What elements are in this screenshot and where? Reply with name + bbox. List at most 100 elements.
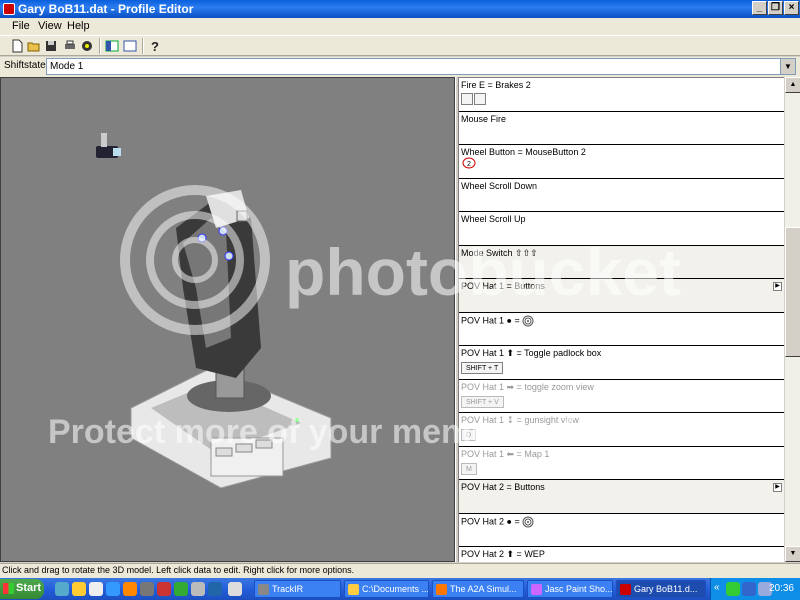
tray-network-icon[interactable] bbox=[726, 582, 740, 596]
quicklaunch-notepad-icon[interactable] bbox=[89, 582, 103, 596]
minimize-button[interactable]: _ bbox=[752, 1, 767, 15]
quicklaunch-ie-icon[interactable] bbox=[55, 582, 69, 596]
binding-label: POV Hat 1 ⬆ = Toggle padlock box bbox=[461, 348, 602, 358]
profile-editor-icon bbox=[620, 584, 631, 595]
binding-label: Mouse Fire bbox=[461, 113, 507, 124]
tray-expand-chevron[interactable]: « bbox=[714, 582, 720, 593]
key-combo-box[interactable]: M bbox=[461, 462, 477, 475]
binding-label: POV Hat 1 ⬇ = gunsight view bbox=[461, 415, 579, 425]
quicklaunch-messenger-icon[interactable] bbox=[72, 582, 86, 596]
binding-row[interactable]: POV Hat 2 ⬆ = WEP bbox=[459, 547, 784, 562]
new-document-icon[interactable] bbox=[9, 38, 25, 54]
app-icon bbox=[3, 3, 15, 15]
quicklaunch-app-icon[interactable] bbox=[208, 582, 222, 596]
restore-button[interactable]: ❐ bbox=[768, 1, 783, 15]
binding-row[interactable]: Mouse Fire bbox=[459, 111, 784, 145]
quicklaunch-firefox-icon[interactable] bbox=[123, 582, 137, 596]
status-bar: Click and drag to rotate the 3D model. L… bbox=[0, 563, 800, 578]
binding-label: Fire E = Brakes 2 bbox=[461, 80, 531, 90]
single-view-icon[interactable] bbox=[122, 38, 138, 54]
taskbar-item-paintshop[interactable]: Jasc Paint Sho... bbox=[527, 580, 613, 598]
toolbar-separator bbox=[142, 38, 144, 54]
spiral-icon bbox=[522, 516, 534, 527]
taskbar-item-trackir[interactable]: TrackIR bbox=[254, 580, 341, 598]
binding-row[interactable]: Fire E = Brakes 2 bbox=[459, 78, 784, 112]
open-folder-icon[interactable] bbox=[26, 38, 42, 54]
help-icon[interactable]: ? bbox=[147, 38, 163, 54]
scroll-down-icon[interactable]: ▼ bbox=[785, 546, 800, 562]
print-icon[interactable] bbox=[62, 38, 78, 54]
3d-model-viewport[interactable] bbox=[0, 77, 455, 562]
binding-row[interactable]: POV Hat 1 ⬆ = Toggle padlock box SHIFT +… bbox=[459, 346, 784, 380]
key-combo-box[interactable]: SHIFT + T bbox=[461, 362, 504, 374]
toolbar: ? bbox=[0, 36, 800, 56]
title-bar[interactable]: Gary BoB11.dat - Profile Editor _ ❐ × bbox=[0, 0, 800, 18]
quicklaunch-app-icon[interactable] bbox=[191, 582, 205, 596]
binding-row[interactable]: POV Hat 1 = Buttons ▶ bbox=[459, 279, 784, 313]
windows-logo-icon bbox=[3, 583, 14, 594]
expand-arrow-icon[interactable]: ▶ bbox=[773, 282, 782, 291]
key-box[interactable] bbox=[461, 93, 473, 105]
expand-arrow-icon[interactable]: ▶ bbox=[773, 483, 782, 492]
taskbar-item-profile-editor[interactable]: Gary BoB11.d... bbox=[616, 580, 706, 598]
key-box[interactable] bbox=[474, 93, 486, 105]
quicklaunch-explorer-icon[interactable] bbox=[106, 582, 120, 596]
menu-bar: File View Help bbox=[0, 18, 800, 36]
shiftstate-bar: Shiftstate Mode 1 ▼ bbox=[0, 57, 800, 77]
start-button[interactable]: Start bbox=[0, 579, 44, 599]
test-profile-icon[interactable] bbox=[79, 38, 95, 54]
folder-icon bbox=[348, 584, 359, 595]
binding-row[interactable]: Mode Switch ⇧⇧⇧ bbox=[459, 245, 784, 279]
binding-label: POV Hat 1 ⬅ = Map 1 bbox=[461, 448, 550, 459]
start-label: Start bbox=[16, 582, 42, 594]
trackir-icon bbox=[258, 584, 269, 595]
quicklaunch-app-icon[interactable] bbox=[174, 582, 188, 596]
binding-row[interactable]: Wheel Scroll Up bbox=[459, 212, 784, 246]
close-button[interactable]: × bbox=[784, 1, 799, 15]
binding-label: POV Hat 2 = Buttons bbox=[461, 482, 545, 492]
binding-label: POV Hat 1 = Buttons bbox=[461, 281, 545, 291]
quicklaunch-app-icon[interactable] bbox=[140, 582, 154, 596]
joystick-3d-model[interactable] bbox=[1, 78, 455, 562]
menu-view[interactable]: View bbox=[38, 20, 62, 32]
binding-label: POV Hat 1 ➡ = toggle zoom view bbox=[461, 381, 594, 392]
menu-help[interactable]: Help bbox=[67, 20, 90, 32]
binding-label: Wheel Button = MouseButton 2 bbox=[461, 147, 586, 157]
menu-file[interactable]: File bbox=[12, 20, 30, 32]
shiftstate-label: Shiftstate bbox=[4, 60, 46, 71]
binding-row[interactable]: POV Hat 1 ⬅ = Map 1 M bbox=[459, 446, 784, 480]
mini-model-icon bbox=[96, 133, 121, 158]
binding-row[interactable]: POV Hat 2 ● = bbox=[459, 513, 784, 547]
tray-app-icon[interactable] bbox=[742, 582, 756, 596]
save-icon[interactable] bbox=[43, 38, 59, 54]
key-combo-box[interactable]: D bbox=[461, 429, 477, 441]
binding-label: Wheel Scroll Up bbox=[461, 214, 526, 224]
taskbar-item-browser[interactable]: The A2A Simul... bbox=[432, 580, 524, 598]
shiftstate-dropdown[interactable]: Mode 1 ▼ bbox=[46, 58, 796, 75]
binding-row[interactable]: POV Hat 2 = Buttons ▶ bbox=[459, 480, 784, 514]
binding-row[interactable]: POV Hat 1 ● = bbox=[459, 312, 784, 346]
quicklaunch-app-icon[interactable] bbox=[228, 582, 242, 596]
vertical-scrollbar[interactable]: ▲ ▼ bbox=[784, 77, 800, 562]
binding-row[interactable]: POV Hat 1 ➡ = toggle zoom view SHIFT + V bbox=[459, 379, 784, 413]
shiftstate-value: Mode 1 bbox=[50, 61, 84, 72]
chevron-down-icon[interactable]: ▼ bbox=[780, 59, 795, 74]
paintshop-icon bbox=[531, 584, 542, 595]
mouse-button-icon: 2 bbox=[462, 157, 476, 169]
toolbar-separator bbox=[99, 38, 101, 54]
taskbar-item-documents[interactable]: C:\Documents ... bbox=[344, 580, 429, 598]
binding-label: Wheel Scroll Down bbox=[461, 180, 538, 191]
binding-row[interactable]: Wheel Scroll Down bbox=[459, 178, 784, 212]
firefox-icon bbox=[436, 584, 447, 595]
binding-label: POV Hat 2 ● = bbox=[461, 516, 782, 528]
scroll-up-icon[interactable]: ▲ bbox=[785, 77, 800, 93]
split-view-icon[interactable] bbox=[104, 38, 120, 54]
profile-editor-window: Gary BoB11.dat - Profile Editor _ ❐ × Fi… bbox=[0, 0, 800, 600]
binding-list: Fire E = Brakes 2 Mouse Fire Wheel Butto… bbox=[459, 77, 784, 562]
scroll-thumb[interactable] bbox=[785, 227, 800, 357]
quicklaunch-app-icon[interactable] bbox=[157, 582, 171, 596]
key-combo-box[interactable]: SHIFT + V bbox=[461, 395, 504, 408]
binding-row[interactable]: Wheel Button = MouseButton 2 2 bbox=[459, 145, 784, 179]
system-tray: « 20:36 bbox=[710, 578, 800, 600]
binding-row[interactable]: POV Hat 1 ⬇ = gunsight view D bbox=[459, 413, 784, 447]
